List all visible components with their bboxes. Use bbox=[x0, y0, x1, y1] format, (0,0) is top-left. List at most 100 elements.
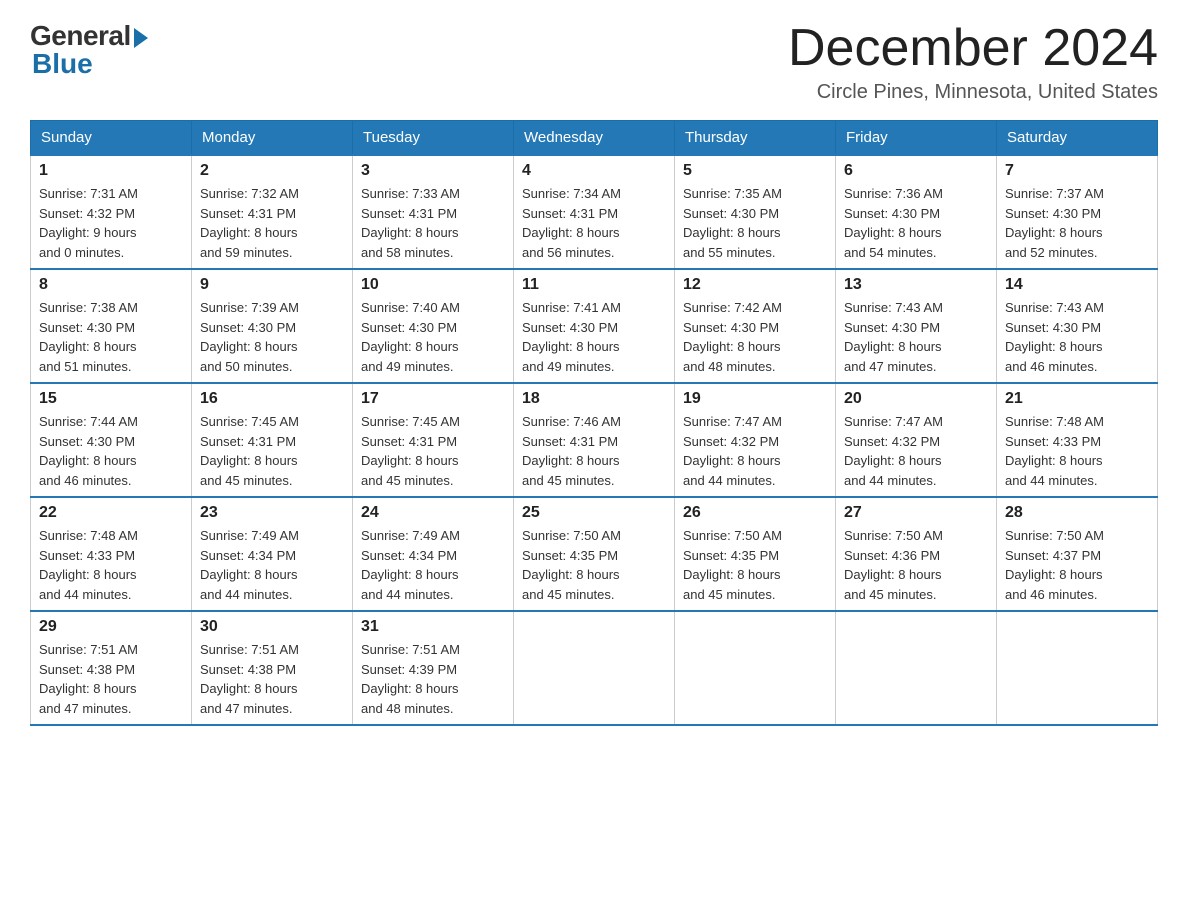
day-number: 5 bbox=[683, 162, 827, 180]
day-number: 16 bbox=[200, 390, 344, 408]
calendar-cell bbox=[836, 611, 997, 725]
day-number: 7 bbox=[1005, 162, 1149, 180]
day-info: Sunrise: 7:32 AMSunset: 4:31 PMDaylight:… bbox=[200, 184, 344, 262]
day-info: Sunrise: 7:51 AMSunset: 4:39 PMDaylight:… bbox=[361, 640, 505, 718]
calendar-cell: 17 Sunrise: 7:45 AMSunset: 4:31 PMDayligh… bbox=[353, 383, 514, 497]
day-info: Sunrise: 7:33 AMSunset: 4:31 PMDaylight:… bbox=[361, 184, 505, 262]
day-number: 20 bbox=[844, 390, 988, 408]
calendar-cell: 27 Sunrise: 7:50 AMSunset: 4:36 PMDayligh… bbox=[836, 497, 997, 611]
title-block: December 2024 Circle Pines, Minnesota, U… bbox=[788, 20, 1158, 104]
calendar-table: SundayMondayTuesdayWednesdayThursdayFrid… bbox=[30, 120, 1158, 726]
calendar-cell: 2 Sunrise: 7:32 AMSunset: 4:31 PMDaylight… bbox=[192, 155, 353, 269]
day-info: Sunrise: 7:50 AMSunset: 4:36 PMDaylight:… bbox=[844, 526, 988, 604]
day-number: 15 bbox=[39, 390, 183, 408]
calendar-cell: 13 Sunrise: 7:43 AMSunset: 4:30 PMDayligh… bbox=[836, 269, 997, 383]
calendar-day-header: Sunday bbox=[31, 121, 192, 156]
calendar-cell bbox=[514, 611, 675, 725]
calendar-day-header: Tuesday bbox=[353, 121, 514, 156]
day-info: Sunrise: 7:49 AMSunset: 4:34 PMDaylight:… bbox=[361, 526, 505, 604]
day-number: 25 bbox=[522, 504, 666, 522]
day-number: 17 bbox=[361, 390, 505, 408]
calendar-cell: 4 Sunrise: 7:34 AMSunset: 4:31 PMDaylight… bbox=[514, 155, 675, 269]
day-info: Sunrise: 7:34 AMSunset: 4:31 PMDaylight:… bbox=[522, 184, 666, 262]
day-info: Sunrise: 7:51 AMSunset: 4:38 PMDaylight:… bbox=[39, 640, 183, 718]
page-header: General Blue December 2024 Circle Pines,… bbox=[30, 20, 1158, 104]
day-number: 9 bbox=[200, 276, 344, 294]
day-info: Sunrise: 7:37 AMSunset: 4:30 PMDaylight:… bbox=[1005, 184, 1149, 262]
location-title: Circle Pines, Minnesota, United States bbox=[788, 81, 1158, 104]
calendar-cell: 12 Sunrise: 7:42 AMSunset: 4:30 PMDayligh… bbox=[675, 269, 836, 383]
day-number: 27 bbox=[844, 504, 988, 522]
calendar-cell: 5 Sunrise: 7:35 AMSunset: 4:30 PMDaylight… bbox=[675, 155, 836, 269]
day-number: 18 bbox=[522, 390, 666, 408]
calendar-cell: 23Sunrise: 7:49 AMSunset: 4:34 PMDayligh… bbox=[192, 497, 353, 611]
calendar-cell: 18Sunrise: 7:46 AMSunset: 4:31 PMDayligh… bbox=[514, 383, 675, 497]
calendar-cell: 19 Sunrise: 7:47 AMSunset: 4:32 PMDayligh… bbox=[675, 383, 836, 497]
day-number: 1 bbox=[39, 162, 183, 180]
calendar-cell: 20Sunrise: 7:47 AMSunset: 4:32 PMDayligh… bbox=[836, 383, 997, 497]
calendar-cell: 25Sunrise: 7:50 AMSunset: 4:35 PMDayligh… bbox=[514, 497, 675, 611]
day-number: 28 bbox=[1005, 504, 1149, 522]
logo-arrow-icon bbox=[134, 28, 148, 48]
calendar-cell: 15 Sunrise: 7:44 AMSunset: 4:30 PMDayligh… bbox=[31, 383, 192, 497]
day-info: Sunrise: 7:39 AMSunset: 4:30 PMDaylight:… bbox=[200, 298, 344, 376]
calendar-day-header: Saturday bbox=[997, 121, 1158, 156]
day-number: 10 bbox=[361, 276, 505, 294]
day-info: Sunrise: 7:48 AMSunset: 4:33 PMDaylight:… bbox=[39, 526, 183, 604]
day-info: Sunrise: 7:50 AMSunset: 4:37 PMDaylight:… bbox=[1005, 526, 1149, 604]
calendar-week-row: 8 Sunrise: 7:38 AMSunset: 4:30 PMDaylight… bbox=[31, 269, 1158, 383]
calendar-day-header: Monday bbox=[192, 121, 353, 156]
calendar-cell: 11 Sunrise: 7:41 AMSunset: 4:30 PMDayligh… bbox=[514, 269, 675, 383]
day-number: 13 bbox=[844, 276, 988, 294]
day-number: 24 bbox=[361, 504, 505, 522]
day-info: Sunrise: 7:35 AMSunset: 4:30 PMDaylight:… bbox=[683, 184, 827, 262]
day-number: 2 bbox=[200, 162, 344, 180]
day-number: 4 bbox=[522, 162, 666, 180]
logo: General Blue bbox=[30, 20, 148, 80]
logo-blue-text: Blue bbox=[32, 48, 93, 80]
day-info: Sunrise: 7:45 AMSunset: 4:31 PMDaylight:… bbox=[200, 412, 344, 490]
calendar-cell: 31Sunrise: 7:51 AMSunset: 4:39 PMDayligh… bbox=[353, 611, 514, 725]
calendar-week-row: 1 Sunrise: 7:31 AMSunset: 4:32 PMDaylight… bbox=[31, 155, 1158, 269]
day-number: 19 bbox=[683, 390, 827, 408]
calendar-cell: 28 Sunrise: 7:50 AMSunset: 4:37 PMDayligh… bbox=[997, 497, 1158, 611]
day-number: 22 bbox=[39, 504, 183, 522]
day-info: Sunrise: 7:41 AMSunset: 4:30 PMDaylight:… bbox=[522, 298, 666, 376]
day-number: 12 bbox=[683, 276, 827, 294]
calendar-cell: 22 Sunrise: 7:48 AMSunset: 4:33 PMDayligh… bbox=[31, 497, 192, 611]
month-title: December 2024 bbox=[788, 20, 1158, 77]
calendar-cell: 1 Sunrise: 7:31 AMSunset: 4:32 PMDaylight… bbox=[31, 155, 192, 269]
day-number: 14 bbox=[1005, 276, 1149, 294]
day-info: Sunrise: 7:42 AMSunset: 4:30 PMDaylight:… bbox=[683, 298, 827, 376]
day-number: 30 bbox=[200, 618, 344, 636]
day-number: 11 bbox=[522, 276, 666, 294]
calendar-cell: 30 Sunrise: 7:51 AMSunset: 4:38 PMDayligh… bbox=[192, 611, 353, 725]
day-number: 26 bbox=[683, 504, 827, 522]
calendar-cell: 6Sunrise: 7:36 AMSunset: 4:30 PMDaylight… bbox=[836, 155, 997, 269]
day-number: 29 bbox=[39, 618, 183, 636]
calendar-cell bbox=[997, 611, 1158, 725]
calendar-cell: 14Sunrise: 7:43 AMSunset: 4:30 PMDayligh… bbox=[997, 269, 1158, 383]
calendar-week-row: 29 Sunrise: 7:51 AMSunset: 4:38 PMDayligh… bbox=[31, 611, 1158, 725]
calendar-cell: 8 Sunrise: 7:38 AMSunset: 4:30 PMDaylight… bbox=[31, 269, 192, 383]
calendar-day-header: Wednesday bbox=[514, 121, 675, 156]
day-info: Sunrise: 7:43 AMSunset: 4:30 PMDaylight:… bbox=[844, 298, 988, 376]
day-info: Sunrise: 7:50 AMSunset: 4:35 PMDaylight:… bbox=[683, 526, 827, 604]
day-number: 8 bbox=[39, 276, 183, 294]
calendar-cell: 10 Sunrise: 7:40 AMSunset: 4:30 PMDayligh… bbox=[353, 269, 514, 383]
day-info: Sunrise: 7:44 AMSunset: 4:30 PMDaylight:… bbox=[39, 412, 183, 490]
day-info: Sunrise: 7:49 AMSunset: 4:34 PMDaylight:… bbox=[200, 526, 344, 604]
day-number: 3 bbox=[361, 162, 505, 180]
calendar-week-row: 22 Sunrise: 7:48 AMSunset: 4:33 PMDayligh… bbox=[31, 497, 1158, 611]
calendar-cell: 24 Sunrise: 7:49 AMSunset: 4:34 PMDayligh… bbox=[353, 497, 514, 611]
day-info: Sunrise: 7:51 AMSunset: 4:38 PMDaylight:… bbox=[200, 640, 344, 718]
day-info: Sunrise: 7:47 AMSunset: 4:32 PMDaylight:… bbox=[683, 412, 827, 490]
calendar-day-header: Thursday bbox=[675, 121, 836, 156]
day-info: Sunrise: 7:40 AMSunset: 4:30 PMDaylight:… bbox=[361, 298, 505, 376]
day-info: Sunrise: 7:31 AMSunset: 4:32 PMDaylight:… bbox=[39, 184, 183, 262]
calendar-day-header: Friday bbox=[836, 121, 997, 156]
calendar-cell: 9 Sunrise: 7:39 AMSunset: 4:30 PMDaylight… bbox=[192, 269, 353, 383]
day-info: Sunrise: 7:38 AMSunset: 4:30 PMDaylight:… bbox=[39, 298, 183, 376]
calendar-cell: 29 Sunrise: 7:51 AMSunset: 4:38 PMDayligh… bbox=[31, 611, 192, 725]
day-info: Sunrise: 7:45 AMSunset: 4:31 PMDaylight:… bbox=[361, 412, 505, 490]
